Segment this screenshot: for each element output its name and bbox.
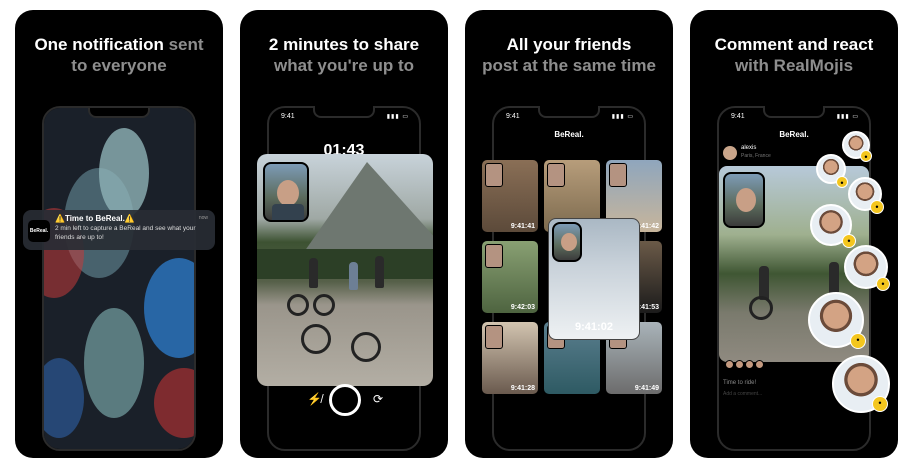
phone-frame: 9:41 ▮▮▮ ▭ BeReal. alexis Paris, France …: [717, 106, 871, 451]
tile-time: 9:42:03: [510, 304, 535, 311]
featured-bereal-card[interactable]: 9:41:02: [548, 218, 640, 340]
headline-gray-text: sent: [168, 35, 204, 54]
panel-headline: All your friends post at the same time: [465, 34, 673, 76]
tile-time: 9:41:41: [510, 223, 535, 230]
notification-body: 2 min left to capture a BeReal and see w…: [55, 225, 196, 241]
notification-time: now: [198, 215, 208, 221]
comment-field[interactable]: Add a comment...: [723, 391, 762, 397]
signal-icon: ▮▮▮ ▭: [611, 114, 634, 120]
phone-frame: 9:41 ▮▮▮ ▭ BeReal. 9:41:41 9:41:42 9:42:…: [482, 106, 662, 451]
post-photo[interactable]: [719, 166, 869, 362]
phone-notch: [538, 106, 600, 118]
headline-white-text: All your friends: [506, 35, 632, 54]
signal-icon: ▮▮▮ ▭: [386, 114, 409, 120]
phone-notch: [313, 106, 375, 118]
phone-notch: [88, 108, 150, 118]
headline-white-text: One notification: [34, 35, 164, 54]
tile-time: 9:41:28: [510, 385, 535, 392]
panel-headline: 2 minutes to share what you're up to: [240, 34, 448, 76]
grid-tile[interactable]: 9:41:28: [482, 322, 538, 394]
front-camera-inset[interactable]: [723, 172, 765, 228]
bereal-logo: BeReal.: [779, 130, 809, 139]
grid-tile[interactable]: 9:42:03: [482, 241, 538, 313]
headline-gray-text-2: to everyone: [71, 56, 167, 75]
screenshot-panel-feed-grid: All your friends post at the same time 9…: [465, 10, 673, 458]
phone-frame: [42, 106, 196, 451]
panel-headline: Comment and react with RealMojis: [690, 34, 898, 76]
panel-headline: One notification sent to everyone: [15, 34, 223, 76]
bereal-app-icon: BeReal.: [28, 220, 50, 242]
post-location: Paris, France: [741, 153, 771, 159]
signal-icon: ▮▮▮ ▭: [836, 114, 859, 120]
featured-time: 9:41:02: [575, 321, 613, 333]
realmoji-summary[interactable]: [725, 356, 765, 374]
headline-gray-text: with RealMojis: [734, 56, 854, 75]
flash-off-icon[interactable]: ⚡̸: [307, 392, 322, 406]
bereal-logo: BeReal.: [554, 130, 584, 139]
grid-tile[interactable]: 9:41:41: [482, 160, 538, 232]
camera-viewfinder[interactable]: [257, 154, 433, 386]
post-username[interactable]: alexis: [741, 145, 756, 151]
tile-time: 9:41:49: [634, 385, 659, 392]
headline-white-text: Comment and react: [714, 35, 874, 54]
front-camera-inset[interactable]: [263, 162, 309, 222]
status-time: 9:41: [731, 113, 745, 120]
flip-camera-icon[interactable]: ⟳: [373, 392, 383, 406]
headline-white-text: 2 minutes to share: [268, 35, 420, 54]
shutter-button[interactable]: [329, 384, 361, 416]
post-caption: Time to ride!: [723, 380, 757, 386]
phone-notch: [763, 106, 825, 118]
lockscreen-wallpaper: [44, 108, 194, 449]
status-time: 9:41: [506, 113, 520, 120]
headline-gray-text: post at the same time: [482, 56, 656, 75]
avatar[interactable]: [723, 146, 737, 160]
screenshot-panel-notification: One notification sent to everyone BeReal…: [15, 10, 223, 458]
screenshot-panel-realmojis: Comment and react with RealMojis 9:41 ▮▮…: [690, 10, 898, 458]
status-time: 9:41: [281, 113, 295, 120]
screenshot-panel-camera: 2 minutes to share what you're up to 9:4…: [240, 10, 448, 458]
push-notification[interactable]: BeReal. ⚠️Time to BeReal.⚠️ 2 min left t…: [23, 210, 215, 250]
headline-gray-text: what you're up to: [273, 56, 415, 75]
notification-title: ⚠️Time to BeReal.⚠️: [55, 214, 135, 223]
phone-frame: 9:41 ▮▮▮ ▭ 01:43 ⚡̸ ⟳: [257, 106, 433, 451]
